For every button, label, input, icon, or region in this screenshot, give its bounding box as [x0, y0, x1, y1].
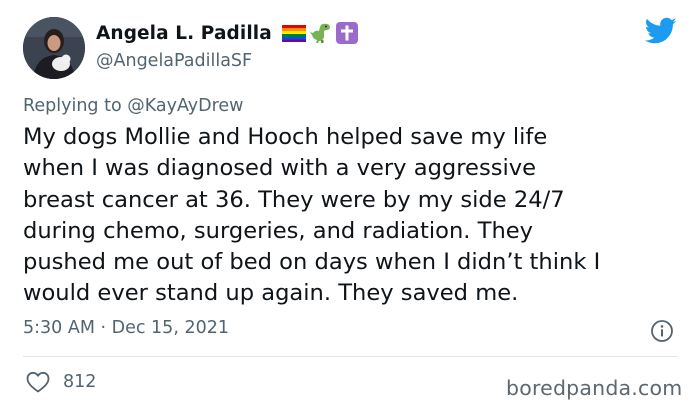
like-count[interactable]: 812 — [63, 372, 96, 392]
tweet-text: My dogs Mollie and Hooch helped save my … — [23, 124, 601, 307]
avatar-photo — [23, 17, 85, 79]
tweet-timestamp[interactable]: 5:30 AM · Dec 15, 2021 — [23, 318, 229, 338]
cross-icon — [335, 22, 358, 44]
watermark: boredpanda.com — [506, 376, 683, 400]
info-icon[interactable] — [650, 319, 674, 343]
dinosaur-icon — [309, 23, 330, 43]
reply-prefix: Replying to — [23, 96, 128, 116]
author-name-row: Angela L. Padilla — [96, 22, 358, 44]
reply-context: Replying to @KayAyDrew — [23, 96, 244, 116]
rainbow-flag-icon — [281, 24, 306, 42]
author-handle[interactable]: @AngelaPadillaSF — [96, 51, 252, 71]
name-emojis — [281, 22, 358, 44]
twitter-bird-icon[interactable] — [645, 17, 677, 45]
divider — [23, 356, 678, 357]
display-name[interactable]: Angela L. Padilla — [96, 23, 272, 44]
heart-icon[interactable] — [26, 371, 50, 393]
reply-mention-link[interactable]: @KayAyDrew — [127, 96, 243, 116]
avatar[interactable] — [23, 17, 85, 79]
